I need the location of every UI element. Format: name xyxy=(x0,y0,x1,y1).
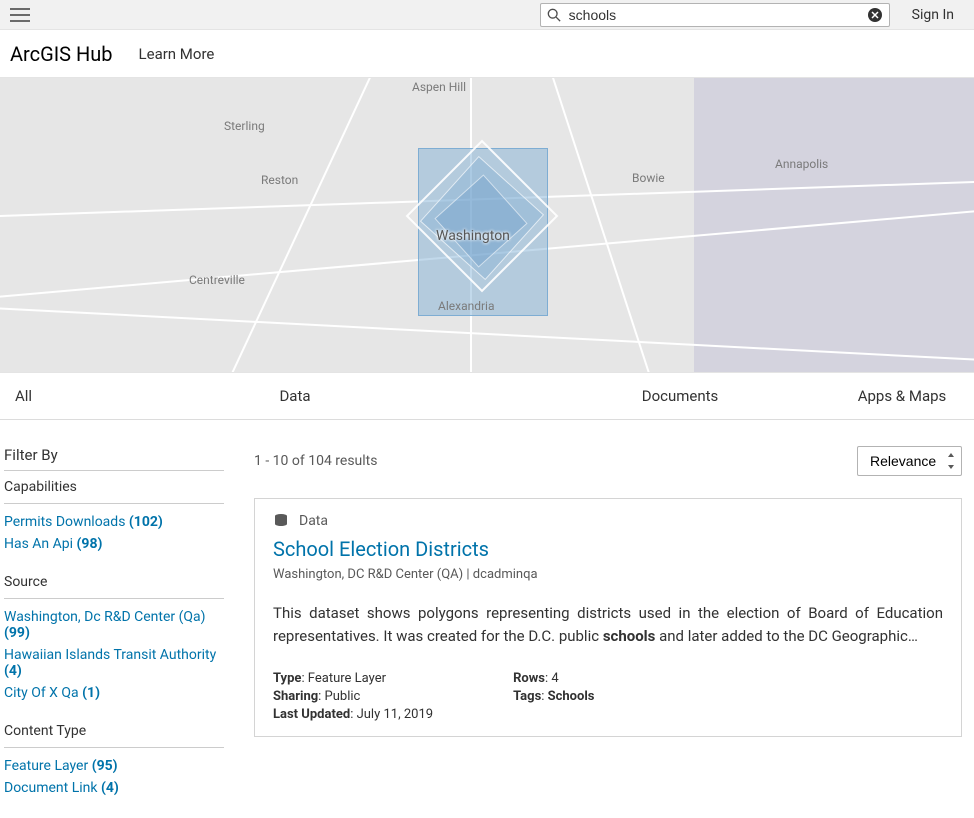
result-source: Washington, DC R&D Center (QA) | dcadmin… xyxy=(273,567,943,582)
facet-source-title: Source xyxy=(4,574,224,599)
tab-all[interactable]: All xyxy=(0,373,60,419)
database-icon xyxy=(273,513,289,529)
map-label: Centreville xyxy=(189,273,245,287)
facet-feature-layer[interactable]: Feature Layer (95) xyxy=(4,758,224,774)
sort-wrapper: Relevance xyxy=(857,446,962,476)
result-title-link[interactable]: School Election Districts xyxy=(273,537,943,561)
menu-icon[interactable] xyxy=(8,4,32,26)
results-count: 1 - 10 of 104 results xyxy=(254,453,377,469)
facet-source-washington-dc[interactable]: Washington, Dc R&D Center (Qa) (99) xyxy=(4,609,224,641)
top-bar: Sign In xyxy=(0,0,974,30)
result-description: This dataset shows polygons representing… xyxy=(273,602,943,649)
filter-title: Filter By xyxy=(4,446,224,471)
facet-has-an-api[interactable]: Has An Api (98) xyxy=(4,536,224,552)
result-card: Data School Election Districts Washingto… xyxy=(254,498,962,737)
tab-apps-maps[interactable]: Apps & Maps xyxy=(830,373,974,419)
tab-documents[interactable]: Documents xyxy=(530,373,830,419)
map-label: Aspen Hill xyxy=(412,80,466,94)
sort-select[interactable]: Relevance xyxy=(857,446,962,476)
search-icon xyxy=(547,8,561,22)
tab-data[interactable]: Data xyxy=(60,373,530,419)
search-container xyxy=(540,3,890,27)
map-banner[interactable]: Aspen Hill Sterling Reston Centreville A… xyxy=(0,78,974,373)
brand-bar: ArcGIS Hub Learn More xyxy=(0,30,974,78)
facet-source-city-of-x[interactable]: City Of X Qa (1) xyxy=(4,685,224,701)
map-label: Reston xyxy=(261,173,298,187)
content-tabs: All Data Documents Apps & Maps xyxy=(0,373,974,420)
filter-sidebar: Filter By Capabilities Permits Downloads… xyxy=(4,446,224,818)
sign-in-link[interactable]: Sign In xyxy=(900,7,966,23)
facet-source-hawaiian[interactable]: Hawaiian Islands Transit Authority (4) xyxy=(4,647,224,679)
search-input[interactable] xyxy=(569,7,867,23)
map-label: Annapolis xyxy=(775,157,828,171)
facet-source: Source Washington, Dc R&D Center (Qa) (9… xyxy=(4,574,224,701)
learn-more-link[interactable]: Learn More xyxy=(139,45,215,63)
facet-content-type-title: Content Type xyxy=(4,723,224,748)
clear-search-icon[interactable] xyxy=(867,7,883,23)
map-label: Sterling xyxy=(224,119,265,133)
result-metadata: Type: Feature Layer Sharing: Public Last… xyxy=(273,671,943,722)
map-label-washington: Washington xyxy=(436,228,510,244)
map-label: Bowie xyxy=(632,171,665,185)
results-panel: 1 - 10 of 104 results Relevance Data Sch… xyxy=(254,446,962,818)
facet-document-link[interactable]: Document Link (4) xyxy=(4,780,224,796)
facet-capabilities-title: Capabilities xyxy=(4,479,224,504)
brand-title: ArcGIS Hub xyxy=(10,42,113,66)
facet-capabilities: Capabilities Permits Downloads (102) Has… xyxy=(4,479,224,552)
result-type-label: Data xyxy=(299,513,328,529)
facet-permits-downloads[interactable]: Permits Downloads (102) xyxy=(4,514,224,530)
map-label: Alexandria xyxy=(438,299,495,313)
